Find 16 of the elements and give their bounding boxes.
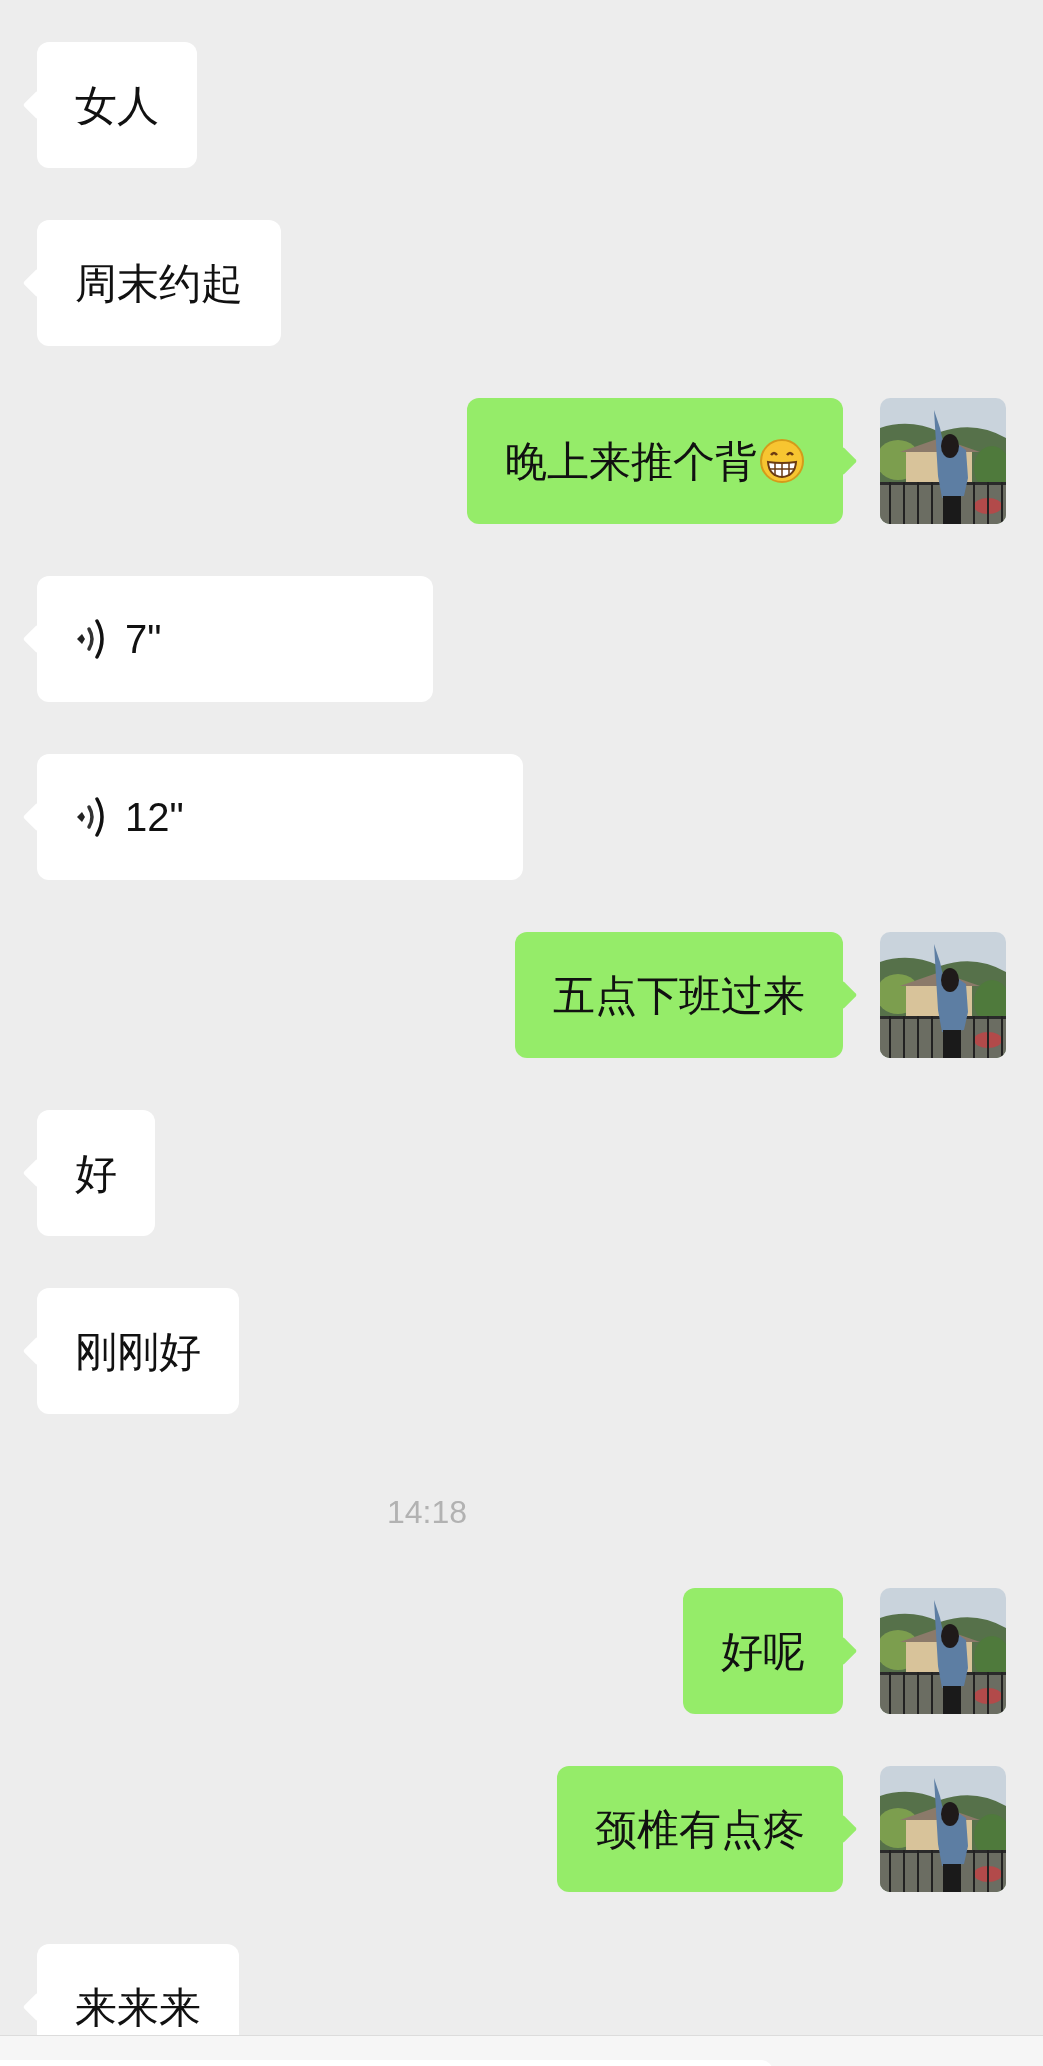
message-bubble[interactable]: 颈椎有点疼 — [557, 1766, 843, 1892]
message-bubble[interactable]: 五点下班过来 — [515, 932, 843, 1058]
message-bubble[interactable]: 女人 — [37, 42, 197, 168]
message-bubble[interactable]: 刚刚好 — [37, 1288, 239, 1414]
message-bubble[interactable]: 来来来 — [37, 1944, 239, 2035]
voice-duration: 12" — [125, 794, 184, 841]
voice-message[interactable]: 7" — [37, 576, 433, 702]
message-bubble[interactable]: 晚上来推个背 — [467, 398, 843, 524]
message-bubble[interactable]: 周末约起 — [37, 220, 281, 346]
message-bubble[interactable]: 好呢 — [683, 1588, 843, 1714]
voice-icon — [75, 617, 105, 661]
voice-icon — [75, 795, 105, 839]
voice-duration: 7" — [125, 616, 162, 663]
voice-message[interactable]: 12" — [37, 754, 523, 880]
timestamp: 14:18 — [387, 1493, 468, 1532]
message-bubble[interactable]: 好 — [37, 1110, 155, 1236]
